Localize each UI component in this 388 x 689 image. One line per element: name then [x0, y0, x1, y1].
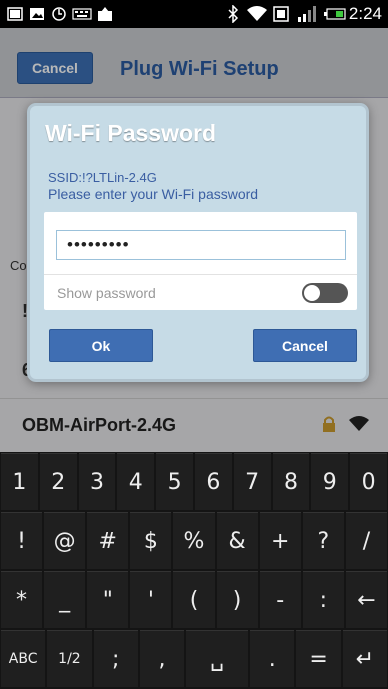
soft-keyboard: 1 2 3 4 5 6 7 8 9 0 ! @ # $ % & + ? / * …	[0, 452, 388, 689]
password-panel: Show password	[44, 212, 357, 310]
key-3[interactable]: 3	[78, 453, 116, 510]
keyboard-row-3: * _ " ' ( ) - : ←	[0, 570, 388, 629]
key-7[interactable]: 7	[233, 453, 271, 510]
key-comma[interactable]: ,	[139, 630, 185, 687]
dialog-title: Wi-Fi Password	[45, 120, 217, 146]
wifi-icon	[246, 5, 268, 23]
key-dollar[interactable]: $	[130, 512, 172, 569]
ssid-label: SSID:!?LTLin-2.4G	[48, 170, 157, 185]
key-4[interactable]: 4	[117, 453, 155, 510]
key-slash[interactable]: /	[345, 512, 387, 569]
key-0[interactable]: 0	[350, 453, 387, 510]
show-password-label: Show password	[57, 285, 156, 301]
photo-icon	[28, 5, 46, 23]
keyboard-row-4: ABC 1/2 ; , ␣ . = ↵	[0, 629, 388, 688]
password-prompt: Please enter your Wi-Fi password	[48, 186, 259, 202]
backspace-key[interactable]: ←	[345, 571, 387, 628]
key-open-paren[interactable]: (	[173, 571, 215, 628]
keyboard-row-2: ! @ # $ % & + ? /	[0, 511, 388, 570]
key-5[interactable]: 5	[156, 453, 193, 510]
password-input[interactable]	[56, 230, 346, 260]
key-plus[interactable]: +	[259, 512, 301, 569]
key-period[interactable]: .	[250, 630, 295, 687]
bluetooth-icon	[226, 5, 240, 23]
key-hyphen[interactable]: -	[259, 571, 301, 628]
status-bar: 2:24	[0, 0, 388, 28]
key-abc[interactable]: ABC	[1, 630, 46, 687]
key-colon[interactable]: :	[302, 571, 344, 628]
keyboard-icon	[72, 5, 92, 23]
enter-key[interactable]: ↵	[342, 630, 387, 687]
toggle-knob	[304, 285, 320, 301]
sync-icon	[50, 5, 68, 23]
signal-icon	[296, 5, 318, 23]
key-1[interactable]: 1	[1, 453, 38, 510]
key-asterisk[interactable]: *	[1, 571, 43, 628]
key-single-quote[interactable]: '	[130, 571, 172, 628]
upload-icon	[96, 5, 114, 23]
key-8[interactable]: 8	[272, 453, 310, 510]
cancel-button[interactable]: Cancel	[253, 329, 357, 362]
key-semicolon[interactable]: ;	[93, 630, 138, 687]
key-9[interactable]: 9	[311, 453, 349, 510]
wifi-password-dialog: Wi-Fi Password SSID:!?LTLin-2.4G Please …	[27, 103, 369, 382]
divider	[44, 274, 357, 275]
key-equals[interactable]: =	[296, 630, 341, 687]
show-password-toggle[interactable]	[302, 283, 348, 303]
key-close-paren[interactable]: )	[216, 571, 258, 628]
status-time: 2:24	[348, 4, 382, 23]
key-underscore[interactable]: _	[44, 571, 86, 628]
key-exclamation[interactable]: !	[1, 512, 43, 569]
space-key[interactable]: ␣	[186, 630, 249, 687]
key-page-toggle[interactable]: 1/2	[47, 630, 92, 687]
key-percent[interactable]: %	[173, 512, 215, 569]
ok-button[interactable]: Ok	[49, 329, 153, 362]
key-question[interactable]: ?	[302, 512, 344, 569]
nfc-icon	[272, 5, 290, 23]
keyboard-row-1: 1 2 3 4 5 6 7 8 9 0	[0, 452, 388, 511]
key-2[interactable]: 2	[39, 453, 77, 510]
key-hash[interactable]: #	[87, 512, 129, 569]
key-at[interactable]: @	[44, 512, 86, 569]
key-6[interactable]: 6	[194, 453, 232, 510]
gallery-icon	[6, 5, 24, 23]
key-ampersand[interactable]: &	[216, 512, 258, 569]
battery-icon	[324, 5, 346, 23]
key-double-quote[interactable]: "	[87, 571, 129, 628]
